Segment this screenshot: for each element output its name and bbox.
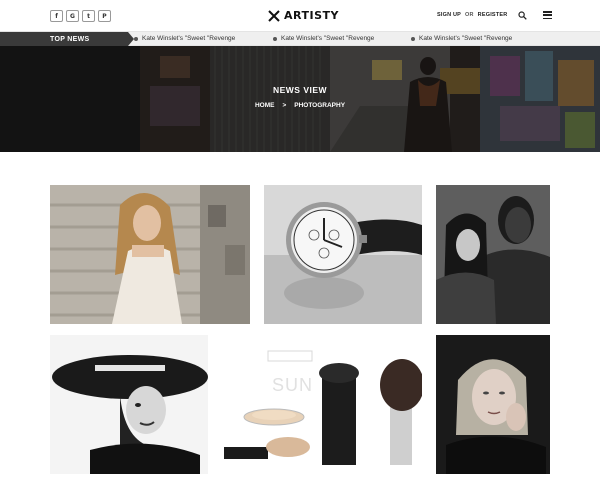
ticker-item-text: Kate Winslet's "Sweet "Revenge <box>419 35 513 42</box>
breadcrumb: HOME > PHOTOGRAPHY <box>0 102 600 109</box>
google-icon[interactable]: G <box>66 10 79 22</box>
product-brand-text: SUN <box>272 375 313 395</box>
register-link[interactable]: REGISTER <box>478 12 508 18</box>
ticker-item[interactable]: Kate Winslet's "Sweet "Revenge <box>273 35 374 42</box>
pinterest-icon[interactable]: P <box>98 10 111 22</box>
sign-up-link[interactable]: SIGN UP <box>437 12 461 18</box>
woman-on-steps-photo[interactable] <box>50 185 250 324</box>
auth-links: SIGN UP OR REGISTER <box>437 12 507 18</box>
top-news-ticker: TOP NEWS Kate Winslet's "Sweet "Revenge … <box>0 31 600 47</box>
search-icon[interactable] <box>518 11 527 20</box>
wristwatch-photo[interactable] <box>264 185 422 324</box>
bullet-icon <box>273 36 277 41</box>
two-women-portrait-photo[interactable] <box>436 185 550 324</box>
blonde-woman-portrait-photo[interactable] <box>436 335 550 474</box>
ticker-item-text: Kate Winslet's "Sweet "Revenge <box>142 35 236 42</box>
breadcrumb-current: PHOTOGRAPHY <box>294 102 346 109</box>
woman-in-hat-photo[interactable] <box>50 335 208 474</box>
auth-or-text: OR <box>465 12 474 18</box>
site-logo[interactable]: ARTISTY <box>268 9 339 22</box>
twitter-icon[interactable]: t <box>82 10 95 22</box>
logo-text: ARTISTY <box>284 9 339 22</box>
hero-overlay <box>0 46 600 152</box>
hero-banner: NEWS VIEW HOME > PHOTOGRAPHY <box>0 46 600 152</box>
bullet-icon <box>134 36 138 41</box>
breadcrumb-home[interactable]: HOME <box>255 102 275 109</box>
hamburger-menu-icon[interactable] <box>543 11 552 19</box>
top-news-label: TOP NEWS <box>0 32 134 47</box>
site-header: f G t P ARTISTY SIGN UP OR REGISTER <box>0 0 600 31</box>
ticker-item[interactable]: Kate Winslet's "Sweet "Revenge <box>134 35 235 42</box>
page-title: NEWS VIEW <box>272 85 328 95</box>
facebook-icon[interactable]: f <box>50 10 63 22</box>
crossed-brushes-icon <box>268 9 280 22</box>
social-links: f G t P <box>50 10 111 22</box>
ticker-item-text: Kate Winslet's "Sweet "Revenge <box>281 35 375 42</box>
ticker-item[interactable]: Kate Winslet's "Sweet "Revenge <box>411 35 512 42</box>
breadcrumb-separator: > <box>282 102 287 109</box>
bullet-icon <box>411 36 415 41</box>
makeup-products-photo[interactable]: SUN <box>222 335 422 474</box>
